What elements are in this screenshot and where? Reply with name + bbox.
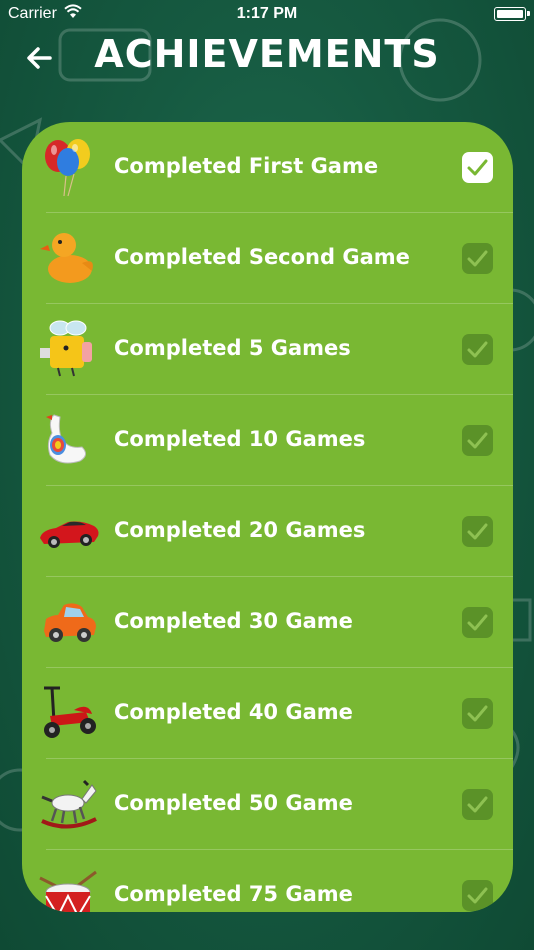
achievement-label: Completed Second Game xyxy=(114,245,410,269)
achievement-label: Completed First Game xyxy=(114,154,379,178)
bee-cube-icon xyxy=(40,320,92,377)
battery-icon xyxy=(494,7,526,21)
status-bar: Carrier 1:17 PM xyxy=(0,0,534,28)
achievement-checkbox[interactable] xyxy=(462,516,493,547)
achievement-label: Completed 20 Games xyxy=(114,518,366,542)
checkmark-icon xyxy=(467,159,488,176)
checkmark-icon xyxy=(467,250,488,267)
checkmark-icon xyxy=(467,614,488,631)
checkmark-icon xyxy=(467,887,488,904)
battery-tip xyxy=(527,11,530,16)
goose-icon xyxy=(46,414,86,464)
checkmark-icon xyxy=(467,341,488,358)
achievement-checkbox[interactable] xyxy=(462,152,493,183)
scooter-icon xyxy=(44,686,96,738)
achievement-label: Completed 10 Games xyxy=(114,427,366,451)
sports-car-icon xyxy=(40,521,99,548)
achievement-row-second-game: Completed Second Game xyxy=(22,213,513,304)
checkmark-icon xyxy=(467,705,488,722)
achievement-row-75-games: Completed 75 Game xyxy=(22,850,513,912)
achievement-row-first-game: Completed First Game xyxy=(22,122,513,213)
checkmark-icon xyxy=(467,432,488,449)
achievement-checkbox[interactable] xyxy=(462,334,493,365)
achievement-label: Completed 5 Games xyxy=(114,336,351,360)
achievement-checkbox[interactable] xyxy=(462,425,493,456)
achievement-row-5-games: Completed 5 Games xyxy=(22,304,513,395)
achievement-row-30-games: Completed 30 Game xyxy=(22,577,513,668)
achievement-label: Completed 50 Game xyxy=(114,791,353,815)
achievement-checkbox[interactable] xyxy=(462,698,493,729)
status-time: 1:17 PM xyxy=(236,5,298,22)
achievement-row-50-games: Completed 50 Game xyxy=(22,759,513,850)
drum-icon xyxy=(39,870,97,912)
page-title: ACHIEVEMENTS xyxy=(94,32,440,76)
achievement-label: Completed 30 Game xyxy=(114,609,353,633)
toy-car-icon xyxy=(44,603,96,642)
achievement-checkbox[interactable] xyxy=(462,243,493,274)
achievement-row-40-games: Completed 40 Game xyxy=(22,668,513,759)
achievement-row-20-games: Completed 20 Games xyxy=(22,486,513,577)
achievements-list: Completed First Game Completed Second Ga… xyxy=(22,122,513,912)
achievement-label: Completed 40 Game xyxy=(114,700,353,724)
achievement-checkbox[interactable] xyxy=(462,607,493,638)
achievement-checkbox[interactable] xyxy=(462,789,493,820)
rocking-horse-icon xyxy=(41,779,97,829)
rubber-duck-icon xyxy=(40,233,93,283)
achievement-label: Completed 75 Game xyxy=(114,882,353,906)
checkmark-icon xyxy=(467,523,488,540)
achievement-row-10-games: Completed 10 Games xyxy=(22,395,513,486)
checkmark-icon xyxy=(467,796,488,813)
achievement-checkbox[interactable] xyxy=(462,880,493,911)
balloons-icon xyxy=(45,139,90,197)
